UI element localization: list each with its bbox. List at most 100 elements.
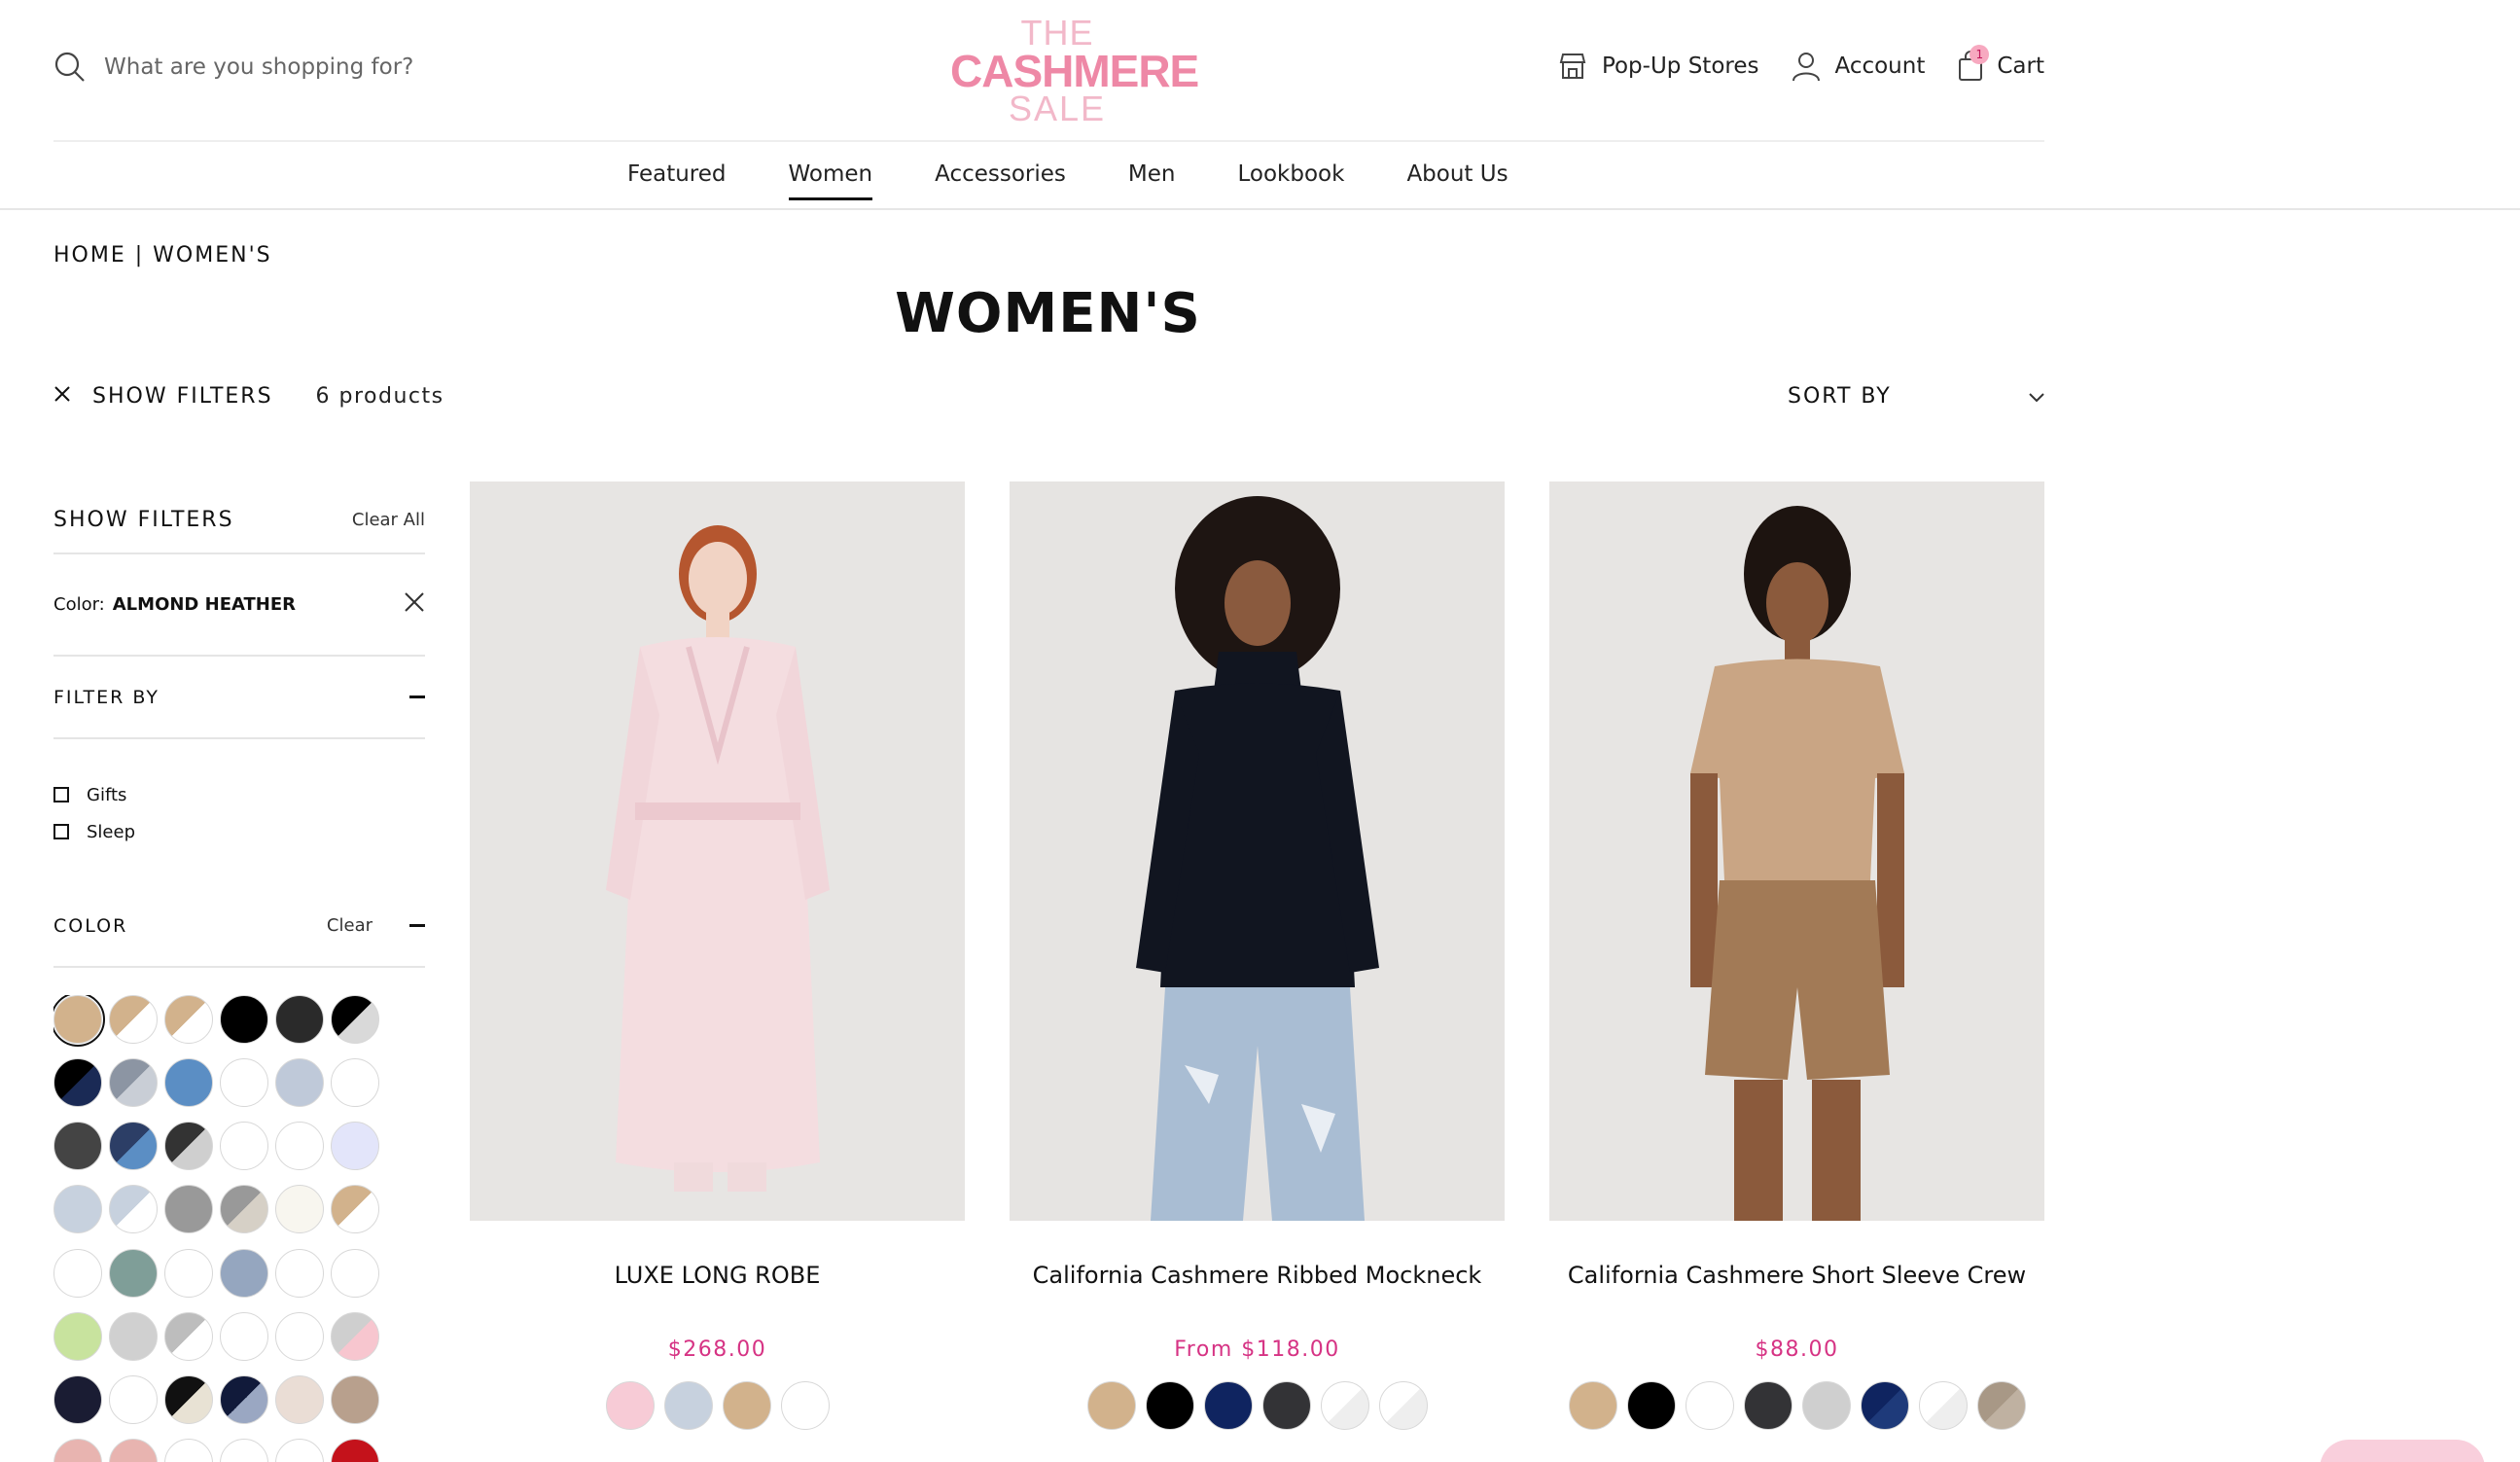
color-swatch[interactable] xyxy=(53,1185,102,1234)
color-swatch[interactable] xyxy=(164,1122,213,1171)
color-swatch[interactable] xyxy=(53,1122,102,1171)
sort-by-dropdown[interactable]: SORT BY xyxy=(1788,384,2045,409)
color-swatch[interactable] xyxy=(164,1311,213,1361)
color-swatch[interactable] xyxy=(164,995,213,1044)
nav-featured[interactable]: Featured xyxy=(627,161,727,200)
filter-option-gifts[interactable]: Gifts xyxy=(53,776,425,813)
color-swatch[interactable] xyxy=(275,1374,324,1424)
color-swatch[interactable] xyxy=(220,1374,268,1424)
toggle-filters-button[interactable]: SHOW FILTERS xyxy=(53,384,273,409)
product-image[interactable] xyxy=(470,481,965,1221)
color-swatch[interactable] xyxy=(331,1248,379,1298)
remove-filter-icon[interactable] xyxy=(404,591,425,618)
color-swatch[interactable] xyxy=(164,1248,213,1298)
color-swatch[interactable] xyxy=(220,1248,268,1298)
color-swatch[interactable] xyxy=(275,1438,324,1462)
color-swatch[interactable] xyxy=(275,1311,324,1361)
color-swatch[interactable] xyxy=(663,1381,713,1430)
color-swatch[interactable] xyxy=(1320,1381,1369,1430)
color-swatch[interactable] xyxy=(220,1058,268,1108)
filter-by-header[interactable]: FILTER BY xyxy=(53,657,425,739)
color-swatch[interactable] xyxy=(1626,1381,1676,1430)
color-swatch[interactable] xyxy=(1378,1381,1428,1430)
nav-about-us[interactable]: About Us xyxy=(1406,161,1508,200)
product-image[interactable] xyxy=(1549,481,2044,1221)
color-swatch[interactable] xyxy=(331,1438,379,1462)
color-swatch[interactable] xyxy=(164,1438,213,1462)
popup-stores-link[interactable]: Pop-Up Stores xyxy=(1557,51,1758,82)
color-swatch[interactable] xyxy=(1145,1381,1194,1430)
search-input[interactable] xyxy=(104,54,513,80)
color-swatch[interactable] xyxy=(1685,1381,1734,1430)
color-swatch[interactable] xyxy=(1086,1381,1136,1430)
cart-link[interactable]: 1 Cart xyxy=(1958,45,2044,82)
color-swatch[interactable] xyxy=(53,1248,102,1298)
color-swatch[interactable] xyxy=(109,1374,158,1424)
color-swatch[interactable] xyxy=(220,1438,268,1462)
color-swatch[interactable] xyxy=(109,1185,158,1234)
nav-lookbook[interactable]: Lookbook xyxy=(1238,161,1345,200)
color-swatch[interactable] xyxy=(275,995,324,1044)
color-swatch[interactable] xyxy=(53,1438,102,1462)
checkbox[interactable] xyxy=(53,824,69,839)
color-swatch[interactable] xyxy=(164,1185,213,1234)
color-swatch[interactable] xyxy=(331,1185,379,1234)
collapse-icon[interactable] xyxy=(409,695,425,698)
collapse-icon[interactable] xyxy=(409,924,425,927)
color-swatch[interactable] xyxy=(53,995,105,1047)
color-swatch[interactable] xyxy=(109,1122,158,1171)
color-swatch[interactable] xyxy=(109,1438,158,1462)
product-card[interactable]: LUXE LONG ROBE $268.00 xyxy=(470,481,965,1430)
color-swatch[interactable] xyxy=(53,1311,102,1361)
search-icon[interactable] xyxy=(53,51,87,84)
color-swatch[interactable] xyxy=(1918,1381,1968,1430)
product-image[interactable] xyxy=(1010,481,1505,1221)
color-swatch[interactable] xyxy=(220,995,268,1044)
product-name[interactable]: LUXE LONG ROBE xyxy=(470,1262,965,1289)
nav-women[interactable]: Women xyxy=(788,161,872,200)
color-clear-link[interactable]: Clear xyxy=(327,915,373,936)
color-swatch[interactable] xyxy=(1743,1381,1792,1430)
color-swatch[interactable] xyxy=(605,1381,655,1430)
color-swatch[interactable] xyxy=(1860,1381,1909,1430)
color-swatch[interactable] xyxy=(220,1311,268,1361)
color-swatch[interactable] xyxy=(275,1185,324,1234)
color-swatch[interactable] xyxy=(331,1311,379,1361)
filter-option-sleep[interactable]: Sleep xyxy=(53,813,425,850)
color-swatch[interactable] xyxy=(164,1374,213,1424)
color-swatch[interactable] xyxy=(1976,1381,2026,1430)
color-swatch[interactable] xyxy=(331,1374,379,1424)
color-swatch[interactable] xyxy=(109,1311,158,1361)
color-swatch[interactable] xyxy=(331,1058,379,1108)
color-swatch[interactable] xyxy=(331,1122,379,1171)
chat-widget-button[interactable] xyxy=(2320,1440,2485,1462)
product-name[interactable]: California Cashmere Ribbed Mockneck xyxy=(1010,1262,1505,1289)
color-swatch[interactable] xyxy=(275,1248,324,1298)
color-swatch[interactable] xyxy=(220,1122,268,1171)
color-swatch[interactable] xyxy=(53,1374,102,1424)
product-card[interactable]: California Cashmere Ribbed Mockneck From… xyxy=(1010,481,1505,1430)
color-swatch[interactable] xyxy=(1203,1381,1253,1430)
site-logo[interactable]: THE CASHMERE SALE xyxy=(950,16,1199,126)
color-swatch[interactable] xyxy=(109,1248,158,1298)
breadcrumb-home[interactable]: HOME xyxy=(53,243,126,267)
color-swatch[interactable] xyxy=(275,1122,324,1171)
color-swatch[interactable] xyxy=(722,1381,771,1430)
color-swatch[interactable] xyxy=(220,1185,268,1234)
nav-men[interactable]: Men xyxy=(1128,161,1176,200)
product-card[interactable]: California Cashmere Short Sleeve Crew $8… xyxy=(1549,481,2044,1430)
clear-all-link[interactable]: Clear All xyxy=(352,510,425,530)
color-swatch[interactable] xyxy=(1261,1381,1311,1430)
color-swatch[interactable] xyxy=(109,1058,158,1108)
color-swatch[interactable] xyxy=(164,1058,213,1108)
color-swatch[interactable] xyxy=(780,1381,830,1430)
color-swatch[interactable] xyxy=(275,1058,324,1108)
product-name[interactable]: California Cashmere Short Sleeve Crew xyxy=(1549,1262,2044,1289)
color-swatch[interactable] xyxy=(331,995,379,1044)
checkbox[interactable] xyxy=(53,787,69,802)
color-swatch[interactable] xyxy=(53,1058,102,1108)
color-swatch[interactable] xyxy=(1801,1381,1851,1430)
account-link[interactable]: Account xyxy=(1792,51,1925,82)
color-swatch[interactable] xyxy=(109,995,158,1044)
nav-accessories[interactable]: Accessories xyxy=(935,161,1066,200)
